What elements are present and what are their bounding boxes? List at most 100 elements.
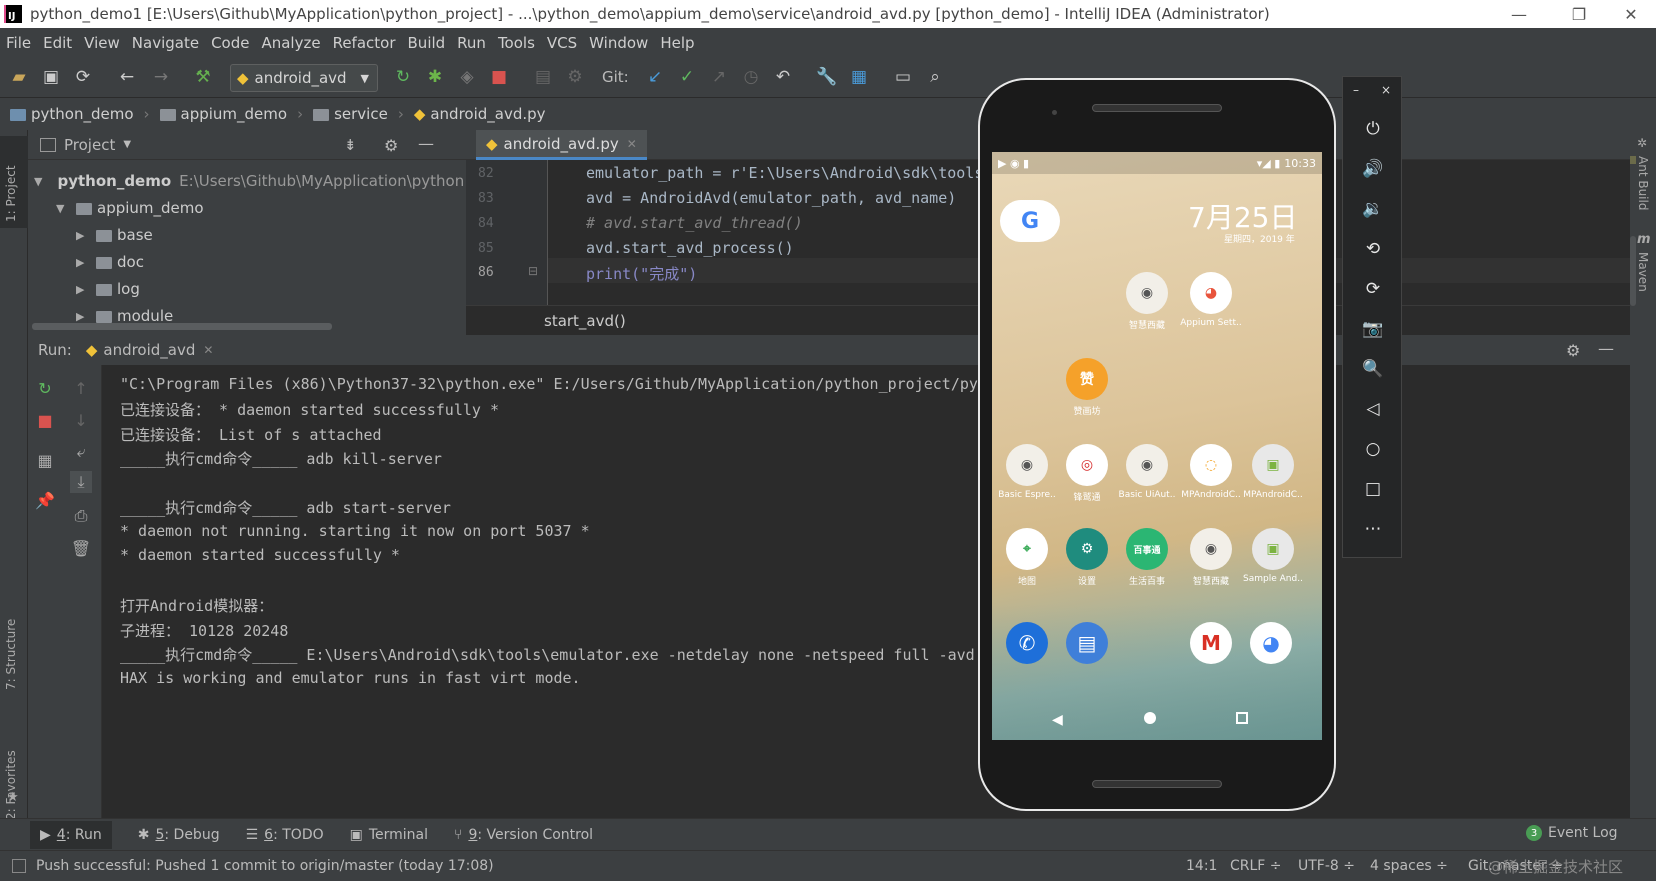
- open-folder-icon[interactable]: ▰: [8, 66, 30, 88]
- git-update-icon[interactable]: ↙: [644, 66, 666, 88]
- crumb-project[interactable]: python_demo: [10, 105, 134, 123]
- menu-run[interactable]: Run: [457, 34, 486, 52]
- scroll-down-icon[interactable]: ↓: [70, 409, 92, 431]
- print-icon[interactable]: ⎙: [70, 505, 92, 527]
- more-options-icon[interactable]: ⋯: [1361, 517, 1385, 541]
- app-icon-item[interactable]: ◎ 锋鹫通: [1056, 444, 1118, 503]
- app-icon-item[interactable]: ◉ Basic Espre..: [996, 444, 1058, 500]
- app-icon-item[interactable]: ▣ Sample And..: [1242, 528, 1304, 584]
- avd-manager-icon[interactable]: ⚙: [564, 66, 586, 88]
- tree-item-appium-demo[interactable]: ▼ appium_demo: [56, 195, 204, 221]
- stop-icon[interactable]: ■: [488, 66, 510, 88]
- menu-view[interactable]: View: [84, 34, 120, 52]
- code-line-83[interactable]: avd = AndroidAvd(emulator_path, avd_name…: [586, 189, 956, 207]
- app-icon-item[interactable]: 百事通 生活百事: [1116, 528, 1178, 587]
- menu-build[interactable]: Build: [408, 34, 446, 52]
- event-log-button[interactable]: 3 Event Log: [1526, 825, 1618, 841]
- nav-back-icon[interactable]: ◀: [1052, 712, 1063, 728]
- project-tool-label[interactable]: 1: Project: [4, 165, 18, 222]
- tree-root[interactable]: ▼ python_demo E:\Users\Github\MyApplicat…: [34, 168, 464, 194]
- soft-wrap-icon[interactable]: ⤶: [70, 441, 92, 463]
- forward-icon[interactable]: →: [150, 66, 172, 88]
- volume-down-icon[interactable]: 🔉: [1361, 197, 1385, 221]
- scroll-to-end-icon[interactable]: ⤓: [70, 471, 92, 493]
- git-push-icon[interactable]: ↗: [708, 66, 730, 88]
- collapse-all-icon[interactable]: ⇟: [344, 136, 357, 154]
- layout-icon[interactable]: ▦: [34, 449, 56, 471]
- gear-icon[interactable]: ⚙: [384, 136, 398, 155]
- presentation-icon[interactable]: ▭: [892, 66, 914, 88]
- app-icon-item[interactable]: ◌ MPAndroidC..: [1180, 444, 1242, 500]
- menu-vcs[interactable]: VCS: [547, 34, 577, 52]
- minimize-button[interactable]: —: [1496, 0, 1542, 28]
- tab-version-control[interactable]: ⑂ 9: Version Control: [454, 827, 593, 843]
- toggle-tool-windows-icon[interactable]: [12, 859, 26, 873]
- zoom-icon[interactable]: 🔍: [1361, 357, 1385, 381]
- project-structure-icon[interactable]: ▦: [848, 66, 870, 88]
- app-icon-item[interactable]: ◉ Basic UiAut..: [1116, 444, 1178, 500]
- hide-panel-icon[interactable]: —: [1598, 339, 1614, 358]
- close-run-tab-icon[interactable]: ✕: [203, 343, 213, 357]
- menu-edit[interactable]: Edit: [43, 34, 72, 52]
- rollback-icon[interactable]: ↶: [772, 66, 794, 88]
- menu-window[interactable]: Window: [589, 34, 648, 52]
- editor-scrollbar[interactable]: [1630, 236, 1636, 306]
- coverage-icon[interactable]: ◈: [456, 66, 478, 88]
- tab-debug[interactable]: ✱ 5: Debug: [138, 827, 220, 843]
- hide-panel-icon[interactable]: —: [418, 134, 434, 153]
- app-icon-item[interactable]: ⚙ 设置: [1056, 528, 1118, 587]
- emulator-minimize-icon[interactable]: –: [1353, 83, 1359, 97]
- indent-setting[interactable]: 4 spaces ÷: [1370, 858, 1448, 874]
- menu-help[interactable]: Help: [660, 34, 694, 52]
- phone-screen[interactable]: ▶ ◉ ▮ ▾◢ ▮ 10:33 G 7月25日 星期四，2019 年 ◉ 智慧西…: [992, 152, 1322, 740]
- restore-button[interactable]: ❐: [1556, 0, 1602, 28]
- google-search-widget[interactable]: G: [1000, 200, 1060, 242]
- menu-navigate[interactable]: Navigate: [132, 34, 199, 52]
- overview-square-icon[interactable]: □: [1361, 477, 1385, 501]
- trash-icon[interactable]: 🗑: [70, 537, 92, 559]
- status-message[interactable]: Push successful: Pushed 1 commit to orig…: [36, 858, 494, 874]
- close-button[interactable]: ✕: [1608, 0, 1654, 28]
- tree-item-base[interactable]: ▶ base: [76, 222, 153, 248]
- menu-refactor[interactable]: Refactor: [333, 34, 396, 52]
- app-icon-item[interactable]: ▣ MPAndroidC..: [1242, 444, 1304, 500]
- app-icon-item[interactable]: 赞赞画坊: [1056, 358, 1118, 417]
- crumb-file[interactable]: ◆ android_avd.py: [414, 105, 546, 123]
- menu-code[interactable]: Code: [211, 34, 249, 52]
- run-configuration-select[interactable]: ◆ android_avd ▼: [230, 64, 378, 92]
- dock-app-icon[interactable]: ✆: [1006, 622, 1048, 664]
- tree-item-doc[interactable]: ▶ doc: [76, 249, 144, 275]
- horizontal-scrollbar[interactable]: [32, 323, 332, 330]
- scroll-up-icon[interactable]: ↑: [70, 377, 92, 399]
- structure-tool-label[interactable]: 7: Structure: [4, 619, 18, 690]
- git-commit-icon[interactable]: ✓: [676, 66, 698, 88]
- chevron-down-icon[interactable]: ▼: [123, 139, 131, 150]
- search-icon[interactable]: ⌕: [924, 66, 946, 88]
- nav-recents-icon[interactable]: [1236, 712, 1248, 724]
- stop-icon[interactable]: ■: [34, 409, 56, 431]
- ant-build-tool-label[interactable]: Ant Build: [1636, 156, 1650, 210]
- file-encoding[interactable]: UTF-8 ÷: [1298, 858, 1355, 874]
- rotate-left-icon[interactable]: ⟲: [1361, 237, 1385, 261]
- code-line-84[interactable]: # avd.start_avd_thread(): [586, 214, 803, 232]
- volume-up-icon[interactable]: 🔊: [1361, 157, 1385, 181]
- favorites-tool-label[interactable]: 2: Favorites: [4, 750, 18, 820]
- code-line-82[interactable]: emulator_path = r'E:\Users\Android\sdk\t…: [586, 164, 1001, 182]
- line-separator[interactable]: CRLF ÷: [1230, 858, 1282, 874]
- tab-todo[interactable]: ☰ 6: TODO: [246, 827, 324, 843]
- save-icon[interactable]: ▣: [40, 66, 62, 88]
- app-icon-item[interactable]: ◉ 智慧西藏: [1116, 272, 1178, 331]
- power-icon[interactable]: ⏻: [1361, 117, 1385, 141]
- menu-file[interactable]: File: [6, 34, 31, 52]
- project-panel-title[interactable]: Project: [64, 136, 115, 154]
- code-line-85[interactable]: avd.start_avd_process(): [586, 239, 794, 257]
- home-circle-icon[interactable]: ○: [1361, 437, 1385, 461]
- back-triangle-icon[interactable]: ◁: [1361, 397, 1385, 421]
- crumb-service[interactable]: service: [313, 105, 388, 123]
- close-tab-icon[interactable]: ✕: [627, 137, 637, 151]
- sync-icon[interactable]: ⟳: [72, 66, 94, 88]
- rerun-icon[interactable]: ↻: [34, 377, 56, 399]
- settings-wrench-icon[interactable]: 🔧: [816, 66, 838, 88]
- tree-item-log[interactable]: ▶ log: [76, 276, 140, 302]
- tab-run[interactable]: ▶ 4: Run: [30, 820, 112, 849]
